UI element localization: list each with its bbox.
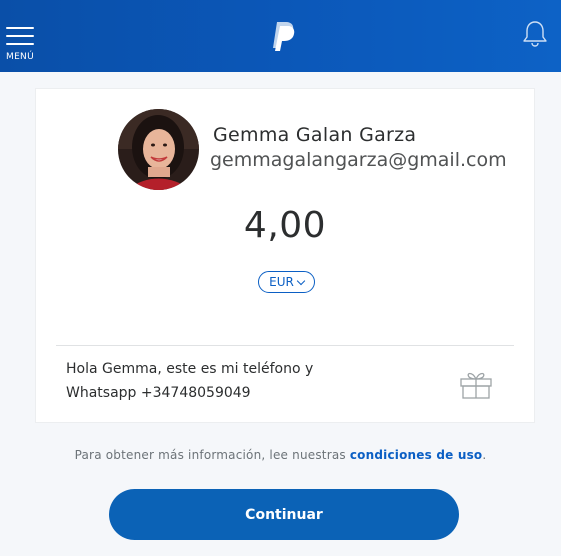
terms-end: . [482, 448, 487, 462]
terms-link[interactable]: condiciones de uso [350, 448, 483, 462]
paypal-logo-icon [273, 22, 295, 51]
avatar [118, 109, 199, 190]
chevron-down-icon [296, 276, 306, 285]
continue-button[interactable]: Continuar [109, 489, 459, 540]
menu-bar-icon [6, 43, 34, 45]
amount-value[interactable]: 4,00 [36, 205, 534, 246]
currency-selector[interactable]: EUR [258, 271, 315, 293]
gift-icon[interactable] [458, 369, 494, 399]
menu-bar-icon [6, 35, 34, 37]
recipient-name: Gemma Galan Garza [213, 124, 417, 146]
bell-icon[interactable] [522, 20, 548, 48]
menu-label: MENÚ [6, 52, 34, 62]
menu-bar-icon [6, 27, 34, 29]
divider [56, 345, 514, 346]
terms-text: Para obtener más información, lee nuestr… [74, 448, 350, 462]
currency-label: EUR [269, 275, 294, 289]
menu-button[interactable]: MENÚ [6, 27, 34, 63]
app-header: MENÚ [0, 0, 561, 72]
note-text[interactable]: Hola Gemma, este es mi teléfono y Whatsa… [66, 357, 366, 405]
terms-notice: Para obtener más información, lee nuestr… [0, 448, 561, 462]
recipient-email: gemmagalangarza@gmail.com [210, 149, 507, 171]
payment-card: Gemma Galan Garza gemmagalangarza@gmail.… [35, 88, 535, 423]
recipient-photo [118, 109, 199, 190]
